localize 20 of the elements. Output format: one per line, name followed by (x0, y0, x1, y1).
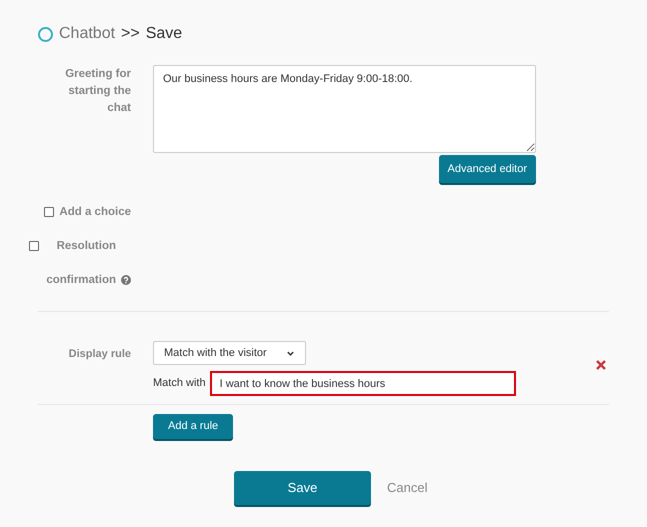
rule-select[interactable]: Match with the visitor (153, 341, 306, 365)
option-label: Resolution confirmation (45, 239, 116, 288)
chevron-down-icon (286, 348, 295, 358)
close-icon[interactable] (594, 359, 607, 371)
option-label: Add a choice (59, 205, 131, 220)
add-rule-button[interactable]: Add a rule (153, 414, 234, 439)
match-label: Match with (153, 376, 206, 392)
page-title: Save (146, 24, 182, 44)
breadcrumb-section: Chatbot (59, 22, 116, 46)
match-input[interactable]: I want to know the business hours (210, 371, 516, 396)
greeting-textarea[interactable]: Our business hours are Monday-Friday 9:00-18:00. (153, 65, 536, 153)
advanced-editor-button[interactable]: Advanced editor (438, 155, 536, 183)
checkbox[interactable] (44, 207, 54, 217)
field-label: Display rule (68, 348, 131, 360)
save-button[interactable]: Save (234, 471, 371, 505)
help-icon[interactable] (121, 275, 131, 285)
field-label: Greeting for starting the chat (64, 67, 131, 116)
cancel-link[interactable]: Cancel (387, 478, 428, 498)
breadcrumb-separator: >> (121, 24, 140, 44)
checkbox[interactable] (29, 241, 39, 251)
